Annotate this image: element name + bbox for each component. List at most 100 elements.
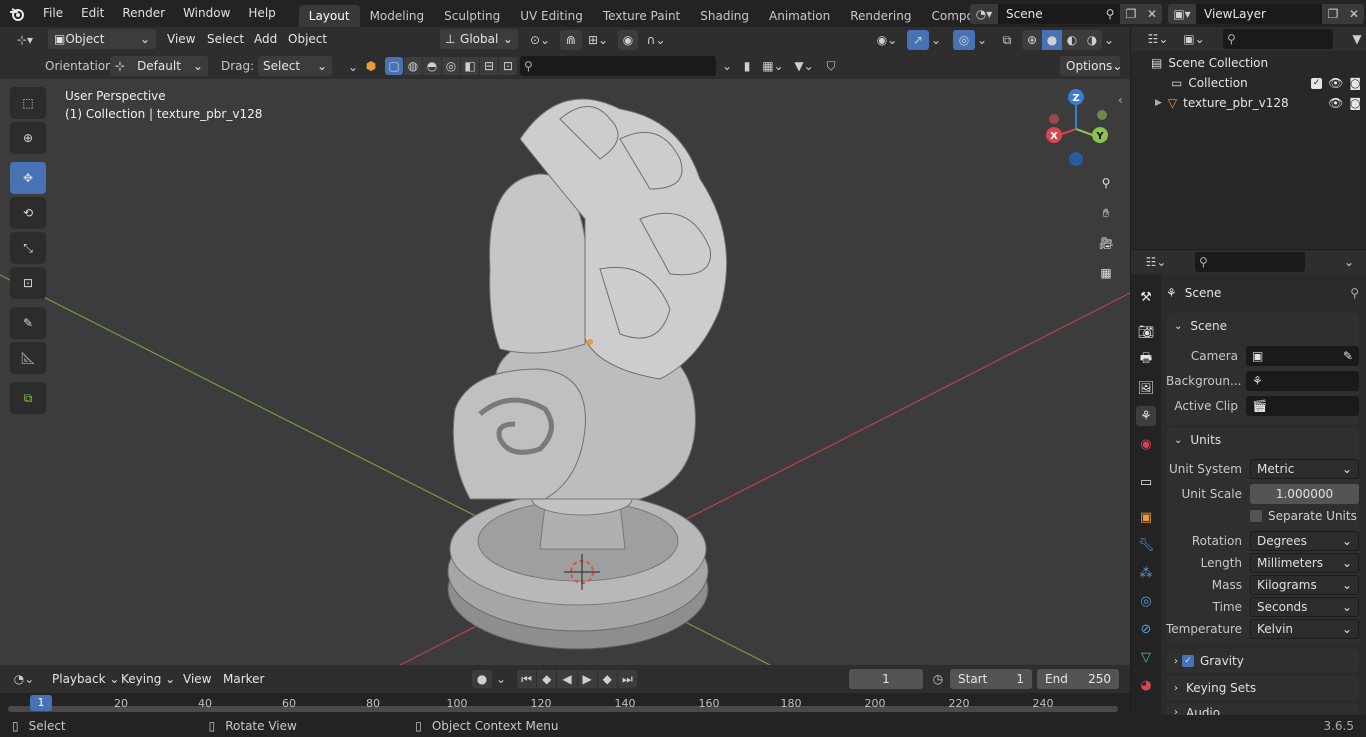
units-panel-header[interactable]: ⌄ Units: [1166, 427, 1359, 453]
eyedropper-icon[interactable]: ✎: [1343, 349, 1353, 363]
world-tab-icon[interactable]: ◉: [1136, 434, 1156, 454]
world-icon[interactable]: ◎: [442, 57, 460, 75]
playhead-frame-badge[interactable]: 1: [30, 695, 52, 711]
timeline-editor-icon[interactable]: ◔⌄: [8, 670, 40, 688]
bookmark-icon[interactable]: ▮: [738, 57, 756, 75]
transform-orientation-dropdown[interactable]: ⊥ Global ⌄: [440, 29, 518, 49]
outliner-search-input[interactable]: ⚲: [1223, 29, 1333, 49]
measure-tool-button[interactable]: 📐︎: [10, 342, 46, 374]
scene-tab-icon[interactable]: ⚘: [1136, 406, 1156, 426]
menu-file[interactable]: File: [34, 0, 72, 27]
separate-units-checkbox[interactable]: [1250, 510, 1262, 522]
tool-tab-icon[interactable]: ⚒: [1136, 287, 1156, 307]
menu-object[interactable]: Object: [288, 32, 327, 46]
orientation-dropdown[interactable]: ⊹ Default ⌄: [110, 56, 208, 76]
delete-view-layer-icon[interactable]: ✕: [1344, 3, 1364, 24]
rotate-tool-button[interactable]: ⟲: [10, 197, 46, 229]
sphere-icon[interactable]: ◍: [404, 57, 422, 75]
tab-layout[interactable]: Layout: [298, 5, 360, 27]
outliner-collection[interactable]: ▭ Collection ✓ 👁︎ ◙: [1171, 74, 1361, 92]
mode-dropdown[interactable]: ▣ Object Mode ⌄: [48, 29, 156, 66]
new-scene-icon[interactable]: ❐: [1120, 3, 1142, 24]
add-cube-tool-button[interactable]: ⧉: [10, 382, 46, 414]
constraints-tab-icon[interactable]: ⊘: [1136, 619, 1156, 639]
collapse-sidebar-icon[interactable]: ‹: [1118, 93, 1123, 107]
editor-type-icon[interactable]: ⊹▾: [8, 30, 42, 50]
tab-sculpting[interactable]: Sculpting: [434, 5, 510, 27]
asset-search-input[interactable]: ⚲: [520, 56, 716, 76]
texture-icon[interactable]: ◧: [461, 57, 479, 75]
mass-dropdown[interactable]: Kilograms ⌄: [1250, 575, 1359, 595]
separate-units-label[interactable]: Separate Units: [1268, 509, 1357, 523]
menu-help[interactable]: Help: [239, 0, 284, 27]
pin-icon[interactable]: ⚲: [1350, 286, 1359, 300]
falloff-icon[interactable]: ∩⌄: [642, 30, 670, 50]
gizmo-toggle-icon[interactable]: ↗: [907, 30, 929, 50]
overlay-toggle-icon[interactable]: ◎: [953, 30, 975, 50]
tab-uv-editing[interactable]: UV Editing: [510, 5, 593, 27]
shield-icon[interactable]: ⛉: [822, 57, 840, 75]
options-button[interactable]: Options ⌄: [1060, 56, 1122, 76]
background-field[interactable]: ⚘: [1246, 371, 1359, 391]
active-clip-field[interactable]: 🎬︎: [1246, 396, 1359, 416]
stopwatch-icon[interactable]: ◷: [930, 670, 946, 688]
collection-tab-icon[interactable]: ▭: [1136, 472, 1156, 492]
tab-shading[interactable]: Shading: [690, 5, 759, 27]
filter-dropdown-icon[interactable]: ⌄: [718, 57, 736, 75]
prev-keyframe-icon[interactable]: ◆: [537, 670, 557, 688]
overlay-dropdown-icon[interactable]: ⌄: [975, 30, 989, 50]
camera-render-icon[interactable]: ◙: [1349, 96, 1361, 110]
length-dropdown[interactable]: Millimeters ⌄: [1250, 553, 1359, 573]
eye-icon[interactable]: 👁︎: [1328, 76, 1343, 90]
tab-modeling[interactable]: Modeling: [360, 5, 435, 27]
viewport-canvas[interactable]: [0, 79, 1130, 665]
rotation-dropdown[interactable]: Degrees ⌄: [1250, 531, 1359, 551]
properties-editor-icon[interactable]: ☷⌄: [1141, 253, 1171, 271]
cursor-tool-button[interactable]: ⊕: [10, 122, 46, 154]
menu-window[interactable]: Window: [174, 0, 239, 27]
start-frame-input[interactable]: Start 1: [950, 669, 1032, 689]
tab-texture-paint[interactable]: Texture Paint: [593, 5, 690, 27]
particles-tab-icon[interactable]: ⁂: [1136, 563, 1156, 583]
time-dropdown[interactable]: Seconds ⌄: [1250, 597, 1359, 617]
menu-add[interactable]: Add: [254, 32, 277, 46]
3d-viewport[interactable]: User Perspective (1) Collection | textur…: [0, 79, 1130, 665]
object-type-filter-icon[interactable]: ⬢: [362, 57, 380, 75]
scene-name-field[interactable]: Scene: [998, 3, 1100, 24]
outliner-scene-collection[interactable]: ▤ Scene Collection: [1151, 54, 1268, 72]
proportional-edit-icon[interactable]: ◉: [618, 30, 638, 50]
menu-marker[interactable]: Marker: [223, 672, 264, 686]
record-dropdown-icon[interactable]: ⌄: [494, 670, 508, 688]
move-tool-button[interactable]: ✥: [10, 162, 46, 194]
display-mode-icon[interactable]: ▣⌄: [1179, 30, 1209, 48]
options-dropdown-icon[interactable]: ⌄: [1341, 253, 1357, 271]
rendered-shading-icon[interactable]: ◑: [1082, 30, 1102, 50]
properties-search-input[interactable]: ⚲: [1195, 252, 1305, 272]
new-view-layer-icon[interactable]: ❐: [1322, 3, 1344, 24]
camera-field[interactable]: ▣ ✎: [1246, 346, 1359, 366]
jump-end-icon[interactable]: ⏭: [617, 670, 638, 688]
end-frame-input[interactable]: End 250: [1037, 669, 1119, 689]
menu-timeline-view[interactable]: View: [183, 672, 211, 686]
filter-icon[interactable]: ▼: [1349, 30, 1365, 48]
menu-edit[interactable]: Edit: [72, 0, 113, 27]
gravity-panel-header[interactable]: › ✓ Gravity: [1166, 649, 1359, 673]
next-keyframe-icon[interactable]: ◆: [597, 670, 617, 688]
unit-system-dropdown[interactable]: Metric ⌄: [1250, 459, 1359, 479]
shading-dropdown-icon[interactable]: ⌄: [1102, 30, 1116, 50]
select-box-icon[interactable]: ▢: [385, 57, 403, 75]
blender-logo-icon[interactable]: [0, 0, 34, 27]
zoom-icon[interactable]: ⚲: [1093, 170, 1119, 196]
camera-icon[interactable]: 🎥︎: [1093, 230, 1119, 256]
tab-rendering[interactable]: Rendering: [840, 5, 921, 27]
scene-data-icon[interactable]: ⊡: [499, 57, 517, 75]
tab-animation[interactable]: Animation: [759, 5, 840, 27]
grid-toggle-icon[interactable]: ▦: [1093, 260, 1119, 286]
scene-panel-header[interactable]: ⌄ Scene: [1166, 313, 1359, 339]
outliner-editor-icon[interactable]: ☷⌄: [1143, 30, 1173, 48]
render-icon[interactable]: ⊟: [480, 57, 498, 75]
record-icon[interactable]: ●: [472, 670, 492, 688]
solid-shading-icon[interactable]: ●: [1042, 30, 1062, 50]
transform-tool-button[interactable]: ⊡: [10, 267, 46, 299]
material-tab-icon[interactable]: ◕: [1136, 675, 1156, 695]
